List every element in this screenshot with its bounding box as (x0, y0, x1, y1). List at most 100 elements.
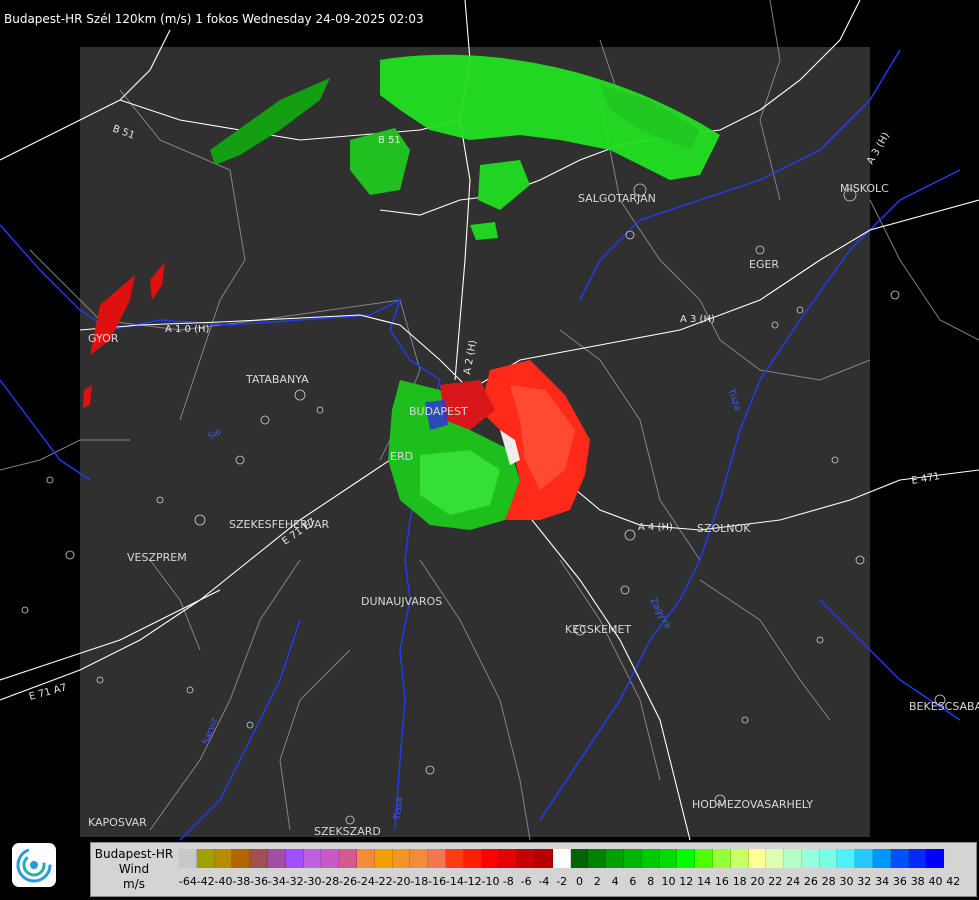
legend-swatch (801, 849, 820, 868)
legend-swatch (588, 849, 607, 868)
legend-swatches (179, 849, 945, 868)
legend-tick-label: 8 (647, 875, 655, 888)
legend-tick-label: 26 (803, 875, 818, 888)
legend-tick-label: 10 (661, 875, 676, 888)
legend-label: Budapest-HR Wind m/s (91, 843, 177, 896)
legend-tick-label: -40 (214, 875, 233, 888)
legend-swatch (819, 849, 838, 868)
legend-swatch (677, 849, 696, 868)
legend-swatch (517, 849, 535, 868)
city-label: DUNAUJVAROS (361, 595, 442, 608)
legend-tick-label: -32 (285, 875, 304, 888)
legend-tick-label: -64 (178, 875, 197, 888)
legend-swatch (873, 849, 891, 868)
legend-tick-label: 40 (928, 875, 943, 888)
legend-swatch (374, 849, 393, 868)
legend-swatch (339, 849, 357, 868)
legend-swatch (890, 849, 909, 868)
legend-tick-label: 2 (593, 875, 601, 888)
legend-swatch (196, 849, 215, 868)
legend-swatch (232, 849, 251, 868)
legend-station: Budapest-HR (94, 847, 174, 861)
legend-ticks: -64 -42 -40 -38 -36 -34 -32 -30 -28 -26 -24 -22 -20-… (179, 875, 979, 891)
legend-swatch (837, 849, 856, 868)
legend-tick-label: 16 (714, 875, 729, 888)
legend-swatch (463, 849, 482, 868)
legend-swatch (730, 849, 749, 868)
legend-tick-label: -12 (463, 875, 482, 888)
legend-tick-label: -6 (520, 875, 532, 888)
legend-tick-label: -22 (374, 875, 393, 888)
legend-swatch (641, 849, 660, 868)
city-label: SALGOTARJAN (578, 192, 656, 205)
legend-tick-label: -14 (445, 875, 464, 888)
legend-swatch (908, 849, 927, 868)
legend-tick-label: 12 (679, 875, 694, 888)
legend-swatch (926, 849, 945, 868)
river-label: Tisza (393, 797, 405, 821)
road-label: E 471 (911, 471, 941, 487)
city-label: ERD (390, 450, 413, 463)
legend-tick-label: -24 (356, 875, 375, 888)
legend-tick-label: 18 (732, 875, 747, 888)
legend-tick-label: 30 (839, 875, 854, 888)
legend-tick-label: -4 (538, 875, 550, 888)
legend-tick-label: -2 (556, 875, 568, 888)
legend-swatch (534, 849, 553, 868)
radar-map: SALGOTARJAN MISKOLC EGER TATABANYA BUDAP… (0, 0, 979, 841)
road-label: A 4 (H) (638, 522, 673, 533)
legend-unit: m/s (123, 877, 145, 891)
legend-tick-label: 22 (768, 875, 783, 888)
city-label: BEKESCSABA (909, 700, 979, 713)
city-label: TATABANYA (245, 373, 309, 386)
legend-swatch (552, 849, 571, 868)
legend-swatch (695, 849, 713, 868)
legend-tick-label: -36 (250, 875, 269, 888)
legend-tick-label: -34 (267, 875, 286, 888)
legend-tick-label: -42 (196, 875, 215, 888)
legend-tick-label: 0 (576, 875, 583, 888)
legend-tick-label: -28 (321, 875, 340, 888)
legend-swatch (267, 849, 286, 868)
legend-swatch (659, 849, 678, 868)
legend-swatch (214, 849, 233, 868)
legend-tick-label: 38 (910, 875, 925, 888)
legend-tick-label: 24 (786, 875, 801, 888)
city-label: EGER (749, 258, 779, 271)
legend-swatch (570, 849, 589, 868)
legend-swatch (410, 849, 429, 868)
city-label: SZOLNOK (697, 522, 751, 535)
legend-swatch (303, 849, 322, 868)
legend-swatch (392, 849, 411, 868)
legend-tick-label: -18 (410, 875, 429, 888)
legend-swatch (499, 849, 518, 868)
road-label: E 71 A7 (28, 682, 68, 703)
city-label: GYOR (88, 332, 119, 345)
legend-swatch (855, 849, 874, 868)
legend-swatch (250, 849, 268, 868)
road-label: A 3 (H) (680, 314, 715, 325)
legend-quantity: Wind (118, 862, 150, 876)
legend-swatch (748, 849, 767, 868)
legend-tick-label: -30 (303, 875, 322, 888)
city-label: SZEKSZARD (314, 825, 381, 838)
city-label: KECSKEMET (565, 623, 631, 636)
legend-tick-label: 14 (697, 875, 712, 888)
legend-swatch (766, 849, 785, 868)
city-label: HODMEZOVASARHELY (692, 798, 813, 811)
legend-swatch (606, 849, 624, 868)
road-label: B 51 (378, 135, 401, 146)
legend-tick-label: 36 (892, 875, 907, 888)
legend-tick-label: -10 (481, 875, 500, 888)
legend-tick-label: 28 (821, 875, 836, 888)
swirl-icon (16, 847, 52, 883)
legend-tick-label: 6 (629, 875, 637, 888)
legend-swatch (623, 849, 642, 868)
legend-swatch (428, 849, 446, 868)
page-title: Budapest-HR Szél 120km (m/s) 1 fokos Wed… (4, 12, 424, 26)
color-legend: Budapest-HR Wind m/s -64 -42 -40 -38 -36 -34-… (90, 842, 977, 897)
legend-swatch (179, 849, 197, 868)
legend-swatch (285, 849, 304, 868)
legend-swatch (784, 849, 802, 868)
city-label: VESZPREM (127, 551, 187, 564)
